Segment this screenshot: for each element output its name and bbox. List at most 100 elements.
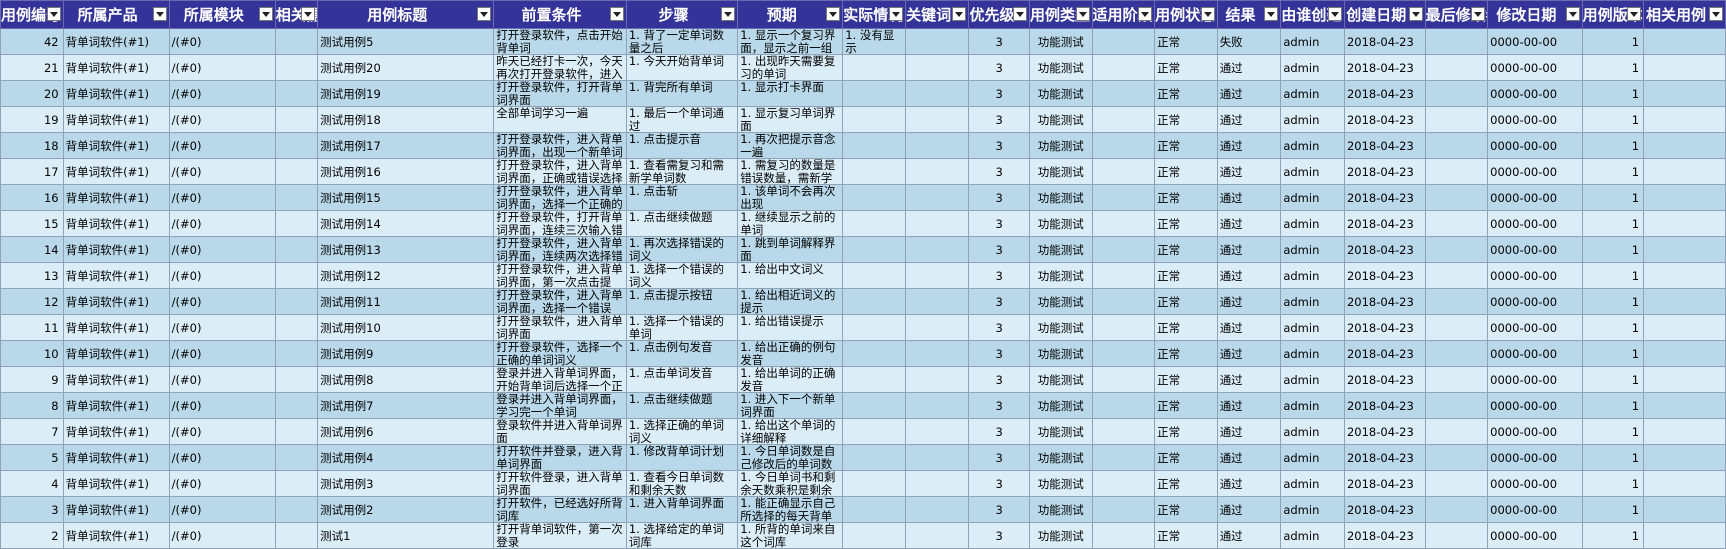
cell-module[interactable]: /(#0) <box>168 522 276 549</box>
cell-pre[interactable]: 打开软件并登录，进入背单词界面 <box>493 444 627 471</box>
cell-status[interactable]: 正常 <box>1154 340 1218 367</box>
cell-steps[interactable]: 1. 再次选择错误的词义 <box>625 236 739 263</box>
cell-empty[interactable] <box>1424 210 1489 237</box>
cell-pre[interactable]: 打开登录软件，进入背单词界面，出现一个新单词 <box>493 132 627 159</box>
cell-empty[interactable] <box>1091 314 1156 341</box>
cell-result[interactable]: 通过 <box>1216 54 1282 81</box>
cell-creator[interactable]: admin <box>1280 522 1345 549</box>
cell-title[interactable]: 测试用例2 <box>317 496 495 523</box>
column-header[interactable]: 实际情况 <box>842 0 906 29</box>
cell-expect[interactable]: 1. 显示一个复习界面，显示之前一组 <box>737 28 844 55</box>
cell-actual[interactable] <box>842 314 906 341</box>
cell-expect[interactable]: 1. 显示复习单词界面 <box>737 106 844 133</box>
cell-status[interactable]: 正常 <box>1154 496 1218 523</box>
cell-product[interactable]: 背单词软件(#1) <box>62 366 170 393</box>
filter-dropdown-icon[interactable] <box>152 7 167 21</box>
cell-empty[interactable] <box>1091 54 1156 81</box>
cell-title[interactable]: 测试用例7 <box>317 392 495 419</box>
cell-mdate[interactable]: 0000-00-00 <box>1487 392 1583 419</box>
cell-title[interactable]: 测试用例10 <box>317 314 495 341</box>
cell-mdate[interactable]: 0000-00-00 <box>1487 54 1583 81</box>
cell-status[interactable]: 正常 <box>1154 418 1218 445</box>
cell-pre[interactable]: 打开登录软件，进入背单词界面，选择一个错误 <box>493 288 627 315</box>
cell-actual[interactable] <box>842 366 906 393</box>
cell-mdate[interactable]: 0000-00-00 <box>1487 262 1583 289</box>
cell-id[interactable]: 4 <box>0 470 64 497</box>
cell-empty[interactable] <box>1643 132 1726 159</box>
cell-module[interactable]: /(#0) <box>168 80 276 107</box>
column-header[interactable]: 创建日期 <box>1343 0 1426 29</box>
cell-priority[interactable]: 3 <box>968 236 1030 263</box>
cell-expect[interactable]: 1. 进入下一个新单词界面 <box>737 392 844 419</box>
cell-empty[interactable] <box>904 522 970 549</box>
cell-id[interactable]: 14 <box>0 236 64 263</box>
column-header[interactable]: 由谁创建 <box>1280 0 1345 29</box>
cell-type[interactable]: 功能测试 <box>1028 366 1093 393</box>
cell-empty[interactable] <box>904 54 970 81</box>
cell-actual[interactable] <box>842 80 906 107</box>
cell-product[interactable]: 背单词软件(#1) <box>62 132 170 159</box>
cell-date[interactable]: 2018-04-23 <box>1343 392 1426 419</box>
cell-mdate[interactable]: 0000-00-00 <box>1487 288 1583 315</box>
cell-creator[interactable]: admin <box>1280 210 1345 237</box>
cell-date[interactable]: 2018-04-23 <box>1343 210 1426 237</box>
cell-actual[interactable] <box>842 184 906 211</box>
table-row[interactable]: 4 背单词软件(#1)/(#0) 测试用例3 打开软件登录，进入背单词界面 1. 查看今… <box>0 470 1726 497</box>
table-row[interactable]: 7 背单词软件(#1)/(#0) 测试用例6 登录软件并进入背单词界面 1. 选择正确的… <box>0 418 1726 445</box>
cell-ver[interactable]: 1 <box>1581 470 1645 497</box>
cell-status[interactable]: 正常 <box>1154 80 1218 107</box>
cell-title[interactable]: 测试用例18 <box>317 106 495 133</box>
cell-empty[interactable] <box>1643 392 1726 419</box>
cell-pre[interactable]: 登录并进入背单词界面，学习完一个单词 <box>493 392 627 419</box>
cell-expect[interactable]: 1. 所背的单词来自这个词库 <box>737 522 844 549</box>
filter-dropdown-icon[interactable] <box>1408 7 1423 21</box>
cell-actual[interactable] <box>842 132 906 159</box>
cell-type[interactable]: 功能测试 <box>1028 236 1093 263</box>
cell-module[interactable]: /(#0) <box>168 54 276 81</box>
cell-type[interactable]: 功能测试 <box>1028 522 1093 549</box>
cell-steps[interactable]: 1. 点击例句发音 <box>625 340 739 367</box>
cell-empty[interactable] <box>904 470 970 497</box>
cell-title[interactable]: 测试用例12 <box>317 262 495 289</box>
cell-empty[interactable] <box>1643 80 1726 107</box>
cell-title[interactable]: 测试用例3 <box>317 470 495 497</box>
cell-title[interactable]: 测试用例17 <box>317 132 495 159</box>
cell-ver[interactable]: 1 <box>1581 288 1645 315</box>
cell-title[interactable]: 测试用例6 <box>317 418 495 445</box>
cell-id[interactable]: 21 <box>0 54 64 81</box>
cell-ver[interactable]: 1 <box>1581 236 1645 263</box>
cell-module[interactable]: /(#0) <box>168 418 276 445</box>
cell-date[interactable]: 2018-04-23 <box>1343 444 1426 471</box>
cell-id[interactable]: 15 <box>0 210 64 237</box>
cell-title[interactable]: 测试用例11 <box>317 288 495 315</box>
cell-priority[interactable]: 3 <box>968 340 1030 367</box>
cell-result[interactable]: 通过 <box>1216 444 1282 471</box>
cell-empty[interactable] <box>1643 236 1726 263</box>
cell-empty[interactable] <box>1643 340 1726 367</box>
column-header[interactable]: 关键词 <box>904 0 970 29</box>
table-row[interactable]: 5 背单词软件(#1)/(#0) 测试用例4 打开软件并登录，进入背单词界面 1. 修改… <box>0 444 1726 471</box>
table-row[interactable]: 13 背单词软件(#1)/(#0) 测试用例12 打开登录软件，进入背单词界面，第一次… <box>0 262 1726 289</box>
cell-empty[interactable] <box>1424 158 1489 185</box>
cell-steps[interactable]: 1. 查看今日单词数和剩余天数 <box>625 470 739 497</box>
cell-empty[interactable] <box>904 80 970 107</box>
cell-empty[interactable] <box>904 132 970 159</box>
cell-steps[interactable]: 1. 查看需复习和需新学单词数 <box>625 158 739 185</box>
cell-date[interactable]: 2018-04-23 <box>1343 288 1426 315</box>
cell-empty[interactable] <box>1091 522 1156 549</box>
cell-actual[interactable] <box>842 340 906 367</box>
cell-empty[interactable] <box>1643 366 1726 393</box>
cell-creator[interactable]: admin <box>1280 340 1345 367</box>
cell-empty[interactable] <box>904 28 970 55</box>
cell-pre[interactable]: 打开登录软件，进入背单词界面，正确或错误选择 <box>493 158 627 185</box>
filter-dropdown-icon[interactable] <box>1327 7 1342 21</box>
cell-empty[interactable] <box>1091 106 1156 133</box>
cell-empty[interactable] <box>904 366 970 393</box>
cell-ver[interactable]: 1 <box>1581 392 1645 419</box>
cell-empty[interactable] <box>904 210 970 237</box>
cell-product[interactable]: 背单词软件(#1) <box>62 418 170 445</box>
cell-ver[interactable]: 1 <box>1581 54 1645 81</box>
cell-module[interactable]: /(#0) <box>168 392 276 419</box>
cell-empty[interactable] <box>904 418 970 445</box>
cell-creator[interactable]: admin <box>1280 28 1345 55</box>
